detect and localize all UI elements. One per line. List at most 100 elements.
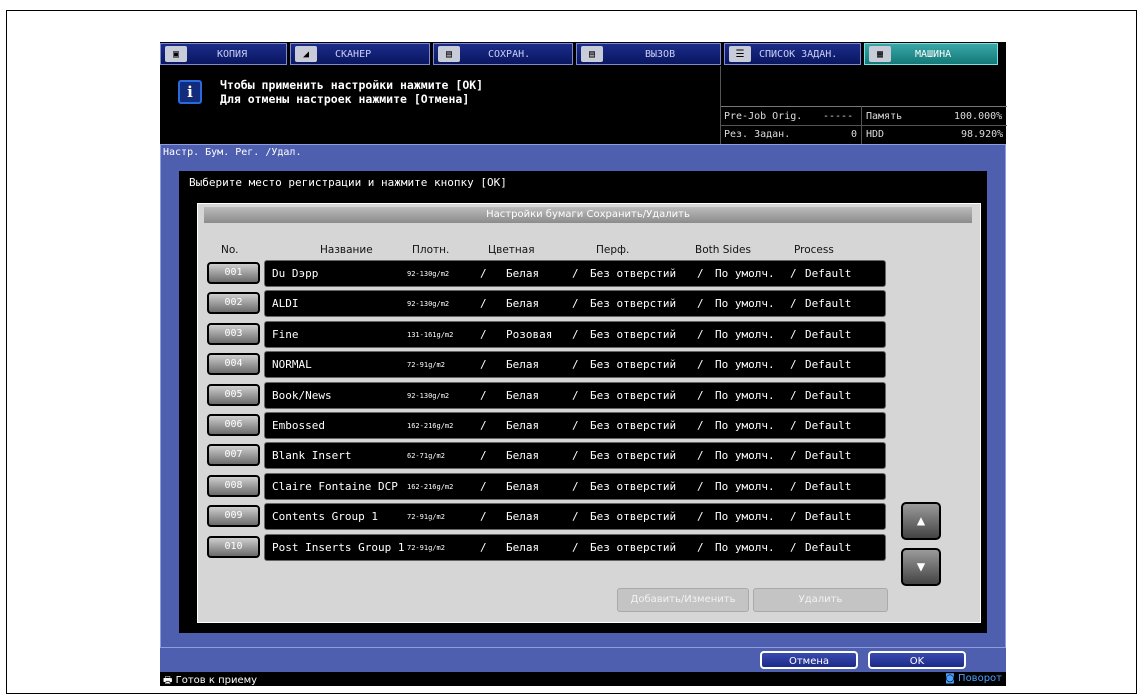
cell-name: Contents Group 1 — [272, 510, 378, 523]
cell-separator: / — [697, 541, 704, 554]
row-details[interactable]: Book/News 92-130g/m2 Белая Без отверстий По … — [264, 382, 886, 409]
cell-punch: Без отверстий — [590, 419, 677, 432]
add-edit-button[interactable]: Добавить/Изменить — [617, 588, 749, 612]
message-area: i Чтобы применить настройки нажмите [OK]… — [160, 66, 720, 144]
tab-job-list[interactable]: ☰ СПИСОК ЗАДАН. — [724, 43, 861, 65]
ready-status: 🖶 Готов к приему — [163, 673, 257, 690]
cell-separator: / — [480, 541, 487, 554]
cell-process: Default — [805, 449, 852, 462]
cell-process: Default — [805, 267, 852, 280]
cell-separator: / — [480, 389, 487, 402]
row-details[interactable]: Du Dэрр 92-130g/m2 Белая Без отверстий По ум… — [264, 260, 886, 287]
row-number-button[interactable]: 002 — [207, 292, 260, 314]
cell-punch: Без отверстий — [590, 389, 677, 402]
hdd-value: 98.920% — [961, 129, 1004, 140]
row-number-button[interactable]: 001 — [207, 262, 260, 284]
cell-separator: / — [697, 449, 704, 462]
cell-separator: / — [480, 419, 487, 432]
row-number-button[interactable]: 003 — [207, 323, 260, 345]
mode-tabs: ▣ КОПИЯ ◢ СКАНЕР ▤ СОХРАН. ▤ ВЫЗОВ ☰ СПИ… — [160, 42, 1006, 66]
row-number-button[interactable]: 009 — [207, 505, 260, 527]
cell-separator: / — [572, 389, 579, 402]
cell-separator: / — [790, 419, 797, 432]
tab-recall[interactable]: ▤ ВЫЗОВ — [576, 43, 721, 65]
cell-weight: 162-216g/m2 — [407, 422, 454, 430]
row-number-button[interactable]: 004 — [207, 353, 260, 375]
job-list-icon: ☰ — [729, 46, 751, 62]
status-area: Pre-Job Orig. ----- Рез. Задан. 0 Память… — [720, 66, 1007, 144]
row-number-button[interactable]: 007 — [207, 444, 260, 466]
cell-punch: Без отверстий — [590, 541, 677, 554]
row-details[interactable]: ALDI 92-130g/m2 Белая Без отверстий По умолч… — [264, 290, 886, 317]
cell-process: Default — [805, 389, 852, 402]
cell-name: Du Dэрр — [272, 267, 319, 280]
row-details[interactable]: Fine 131-161g/m2 Розовая Без отверстий По ум… — [264, 321, 886, 348]
row-details[interactable]: Post Inserts Group 1 72-91g/m2 Белая Без от… — [264, 534, 886, 561]
status-footer: 🖶 Готов к приему ◙ Поворот — [160, 672, 1006, 686]
prejob-label: Pre-Job Orig. — [724, 111, 803, 122]
cell-name: ALDI — [272, 297, 299, 310]
cell-color: Белая — [506, 389, 540, 402]
tab-machine[interactable]: ▦ МАШИНА — [864, 43, 998, 65]
rotate-button[interactable]: ◙ Поворот — [945, 673, 1002, 684]
tab-save[interactable]: ▤ СОХРАН. — [433, 43, 573, 65]
cell-weight: 72-91g/m2 — [407, 513, 445, 521]
cell-weight: 92-130g/m2 — [407, 300, 450, 308]
cell-both: По умолч. — [715, 328, 775, 341]
reserved-jobs-value: 0 — [851, 129, 858, 140]
cell-separator: / — [572, 267, 579, 280]
column-header-name: Название — [320, 244, 373, 256]
cell-separator: / — [790, 389, 797, 402]
info-icon: i — [178, 80, 202, 104]
cell-punch: Без отверстий — [590, 480, 677, 493]
tab-copy[interactable]: ▣ КОПИЯ — [160, 43, 287, 65]
cell-separator: / — [572, 358, 579, 371]
row-number-button[interactable]: 005 — [207, 384, 260, 406]
rotate-icon: ◙ — [945, 673, 955, 684]
cell-name: Blank Insert — [272, 449, 352, 462]
cell-separator: / — [790, 480, 797, 493]
cell-weight: 131-161g/m2 — [407, 331, 454, 339]
ok-button[interactable]: OK — [868, 651, 966, 669]
column-header-process: Process — [794, 244, 834, 256]
tab-label: СКАНЕР — [335, 48, 372, 60]
cell-weight: 92-130g/m2 — [407, 270, 450, 278]
row-number-button[interactable]: 006 — [207, 414, 260, 436]
row-number-button[interactable]: 010 — [207, 536, 260, 558]
tab-scanner[interactable]: ◢ СКАНЕР — [290, 43, 430, 65]
dialog-title: Настр. Бум. Рег. /Удал. — [163, 147, 302, 158]
row-details[interactable]: Blank Insert 62-71g/m2 Белая Без отверстий П… — [264, 442, 886, 469]
cell-color: Белая — [506, 480, 540, 493]
scroll-down-button[interactable]: ▼ — [901, 548, 941, 586]
row-details[interactable]: Contents Group 1 72-91g/m2 Белая Без отверс… — [264, 503, 886, 530]
row-details[interactable]: NORMAL 72-91g/m2 Белая Без отверстий По умол… — [264, 351, 886, 378]
cell-separator: / — [572, 510, 579, 523]
paper-list-panel: Настройки бумаги Сохранить/Удалить No. Н… — [197, 203, 981, 623]
delete-button[interactable]: Удалить — [753, 588, 888, 612]
row-details[interactable]: Embossed 162-216g/m2 Белая Без отверстий По … — [264, 412, 886, 439]
row-details[interactable]: Claire Fontaine DCP 162-216g/m2 Белая Без о… — [264, 473, 886, 500]
cell-color: Белая — [506, 358, 540, 371]
cell-separator: / — [697, 510, 704, 523]
cell-punch: Без отверстий — [590, 358, 677, 371]
cell-separator: / — [572, 480, 579, 493]
cell-name: Post Inserts Group 1 — [272, 541, 405, 554]
cell-punch: Без отверстий — [590, 510, 677, 523]
cell-name: Claire Fontaine DCP — [272, 480, 398, 493]
cell-color: Розовая — [506, 328, 553, 341]
cell-color: Белая — [506, 297, 540, 310]
cell-separator: / — [480, 480, 487, 493]
scroll-up-button[interactable]: ▲ — [901, 502, 941, 540]
cell-process: Default — [805, 328, 852, 341]
instruction-text: Выберите место регистрации и нажмите кно… — [189, 176, 507, 189]
cell-separator: / — [480, 449, 487, 462]
cell-separator: / — [697, 419, 704, 432]
dialog-button-bar: Отмена OK — [160, 648, 1006, 672]
row-number-button[interactable]: 008 — [207, 475, 260, 497]
cell-weight: 162-216g/m2 — [407, 483, 454, 491]
cell-color: Белая — [506, 267, 540, 280]
cell-separator: / — [572, 297, 579, 310]
cancel-button[interactable]: Отмена — [760, 651, 858, 669]
message-line-2: Для отмены настроек нажмите [Отмена] — [220, 92, 470, 106]
message-line-1: Чтобы применить настройки нажмите [OK] — [220, 78, 484, 92]
